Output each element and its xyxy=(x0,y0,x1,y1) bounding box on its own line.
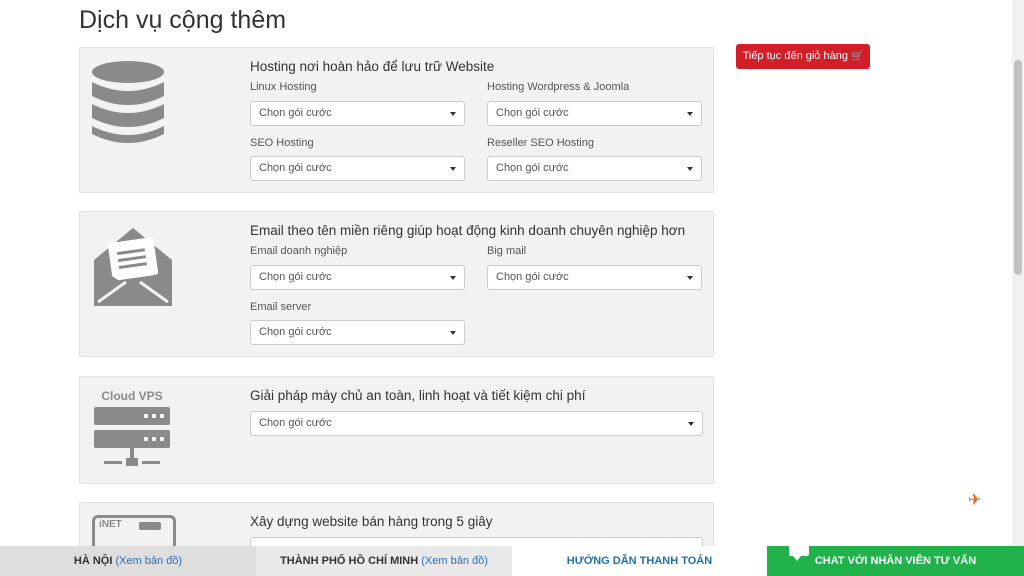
chevron-down-icon xyxy=(687,167,693,171)
email-panel: Email theo tên miền riêng giúp hoạt động… xyxy=(79,211,714,357)
continue-to-cart-button[interactable]: Tiếp tục đến giỏ hàng 🛒 xyxy=(736,44,870,69)
inet-logo-text: iNET xyxy=(99,519,122,530)
cloud-vps-icon: Cloud VPS xyxy=(92,389,172,475)
hanoi-map-link[interactable]: (Xem bản đồ) xyxy=(115,555,182,567)
bottom-contact-bar: HÀ NỘI (Xem bản đồ) THÀNH PHỐ HỒ CHÍ MIN… xyxy=(0,542,1024,576)
chevron-down-icon xyxy=(687,112,693,116)
chevron-down-icon xyxy=(450,112,456,116)
chat-with-consultant-button[interactable]: CHAT VỚI NHÂN VIÊN TƯ VẤN xyxy=(767,542,1024,576)
chevron-down-icon xyxy=(687,276,693,280)
plane-icon[interactable]: ✈ xyxy=(968,490,981,510)
window-bar xyxy=(139,522,161,530)
seo-hosting-label: SEO Hosting xyxy=(250,137,314,149)
linux-hosting-select[interactable]: Chọn gói cước xyxy=(250,101,465,126)
server-icon xyxy=(94,407,170,466)
cart-icon: 🛒 xyxy=(850,51,864,62)
website-builder-heading: Xây dựng website bán hàng trong 5 giây xyxy=(250,514,493,529)
email-heading: Email theo tên miền riêng giúp hoạt động… xyxy=(250,223,686,238)
chat-bubble-icon xyxy=(789,542,809,561)
big-mail-label: Big mail xyxy=(487,245,527,257)
linux-hosting-label: Linux Hosting xyxy=(250,81,317,93)
chevron-down-icon xyxy=(450,276,456,280)
email-server-label: Email server xyxy=(250,301,312,313)
hcm-office-tab[interactable]: THÀNH PHỐ HỒ CHÍ MINH (Xem bản đồ) xyxy=(256,546,512,576)
page-scrollbar[interactable] xyxy=(1012,0,1024,546)
reseller-seo-hosting-label: Reseller SEO Hosting xyxy=(487,137,594,149)
wordpress-hosting-select[interactable]: Chọn gói cước xyxy=(487,101,702,126)
business-email-select[interactable]: Chọn gói cước xyxy=(250,265,465,290)
cloud-vps-heading: Giải pháp máy chủ an toàn, linh hoạt và … xyxy=(250,388,586,403)
reseller-seo-hosting-select[interactable]: Chọn gói cước xyxy=(487,156,702,181)
cloud-vps-select[interactable]: Chọn gói cước xyxy=(250,411,703,436)
cloud-vps-icon-label: Cloud VPS xyxy=(101,389,163,403)
envelope-icon xyxy=(94,228,172,306)
hosting-heading: Hosting nơi hoàn hảo để lưu trữ Website xyxy=(250,59,495,74)
hosting-panel: Hosting nơi hoàn hảo để lưu trữ Website … xyxy=(79,47,714,193)
hanoi-office-tab[interactable]: HÀ NỘI (Xem bản đồ) xyxy=(0,546,256,576)
page-title: Dịch vụ cộng thêm xyxy=(79,6,287,34)
cloud-vps-panel: Cloud VPS Giải pháp máy chủ an toàn, lin… xyxy=(79,376,714,484)
payment-guide-link[interactable]: HƯỚNG DẪN THANH TOÁN xyxy=(512,546,767,576)
business-email-label: Email doanh nghiệp xyxy=(250,245,348,257)
chevron-down-icon xyxy=(688,422,694,426)
seo-hosting-select[interactable]: Chọn gói cước xyxy=(250,156,465,181)
wordpress-hosting-label: Hosting Wordpress & Joomla xyxy=(487,81,630,93)
scrollbar-thumb[interactable] xyxy=(1014,60,1022,275)
database-icon xyxy=(92,61,164,143)
chevron-down-icon xyxy=(450,331,456,335)
big-mail-select[interactable]: Chọn gói cước xyxy=(487,265,702,290)
hcm-map-link[interactable]: (Xem bản đồ) xyxy=(421,555,488,567)
chevron-down-icon xyxy=(450,167,456,171)
email-server-select[interactable]: Chọn gói cước xyxy=(250,320,465,345)
